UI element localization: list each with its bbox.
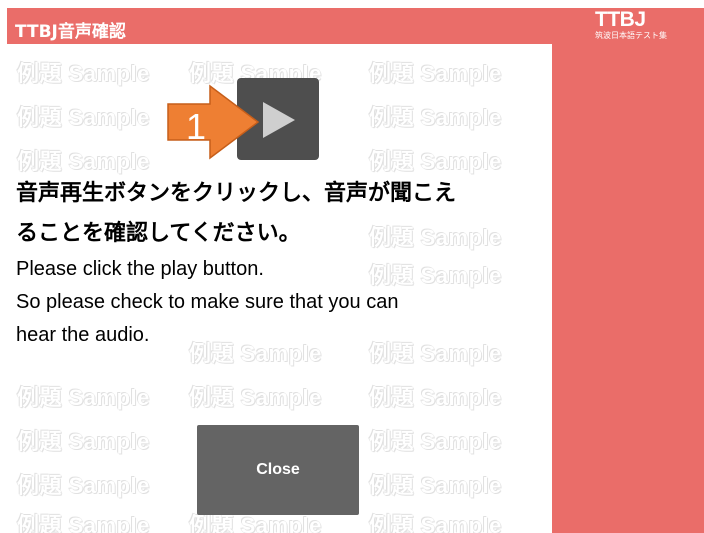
close-button[interactable]: Close	[197, 425, 359, 515]
logo-sub-text: 筑波日本語テスト集	[595, 31, 667, 40]
watermark-text: 例題 Sample	[17, 473, 150, 498]
watermark-text: 例題 Sample	[17, 429, 150, 454]
watermark-text: 例題 Sample	[17, 105, 150, 130]
instruction-jp-line: 音声再生ボタンをクリックし、音声が聞こえ	[16, 181, 457, 206]
watermark-text: 例題 Sample	[369, 385, 502, 410]
watermark-text: 例題 Sample	[369, 513, 502, 533]
logo-main-text: TTBJ	[595, 8, 646, 31]
instruction-jp-line: ることを確認してください。	[16, 221, 301, 246]
watermark-text: 例題 Sample	[369, 61, 502, 86]
watermark-text: 例題 Sample	[369, 473, 502, 498]
play-icon	[263, 102, 295, 138]
instruction-english: Please click the play button. So please …	[16, 253, 536, 352]
page-title: TTBJ音声確認	[15, 22, 126, 42]
watermark-text: 例題 Sample	[17, 385, 150, 410]
watermark-text: 例題 Sample	[17, 61, 150, 86]
instruction-en-line: hear the audio.	[16, 324, 150, 346]
header-bar: TTBJ音声確認 TTBJ 筑波日本語テスト集	[7, 8, 704, 44]
watermark-text: 例題 Sample	[17, 149, 150, 174]
watermark-text: 例題 Sample	[369, 105, 502, 130]
watermark-text: 例題 Sample	[17, 513, 150, 533]
watermark-text: 例題 Sample	[369, 149, 502, 174]
instruction-japanese: 音声再生ボタンをクリックし、音声が聞こえ ることを確認してください。	[16, 174, 536, 254]
watermark-text: 例題 Sample	[369, 429, 502, 454]
instruction-en-line: Please click the play button.	[16, 258, 264, 280]
instruction-en-line: So please check to make sure that you ca…	[16, 291, 399, 313]
callout-arrow-icon	[167, 84, 260, 160]
watermark-text: 例題 Sample	[189, 385, 322, 410]
right-sidebar	[552, 44, 704, 533]
callout-number: 1	[186, 106, 207, 147]
ttbj-logo: TTBJ 筑波日本語テスト集	[595, 9, 667, 40]
